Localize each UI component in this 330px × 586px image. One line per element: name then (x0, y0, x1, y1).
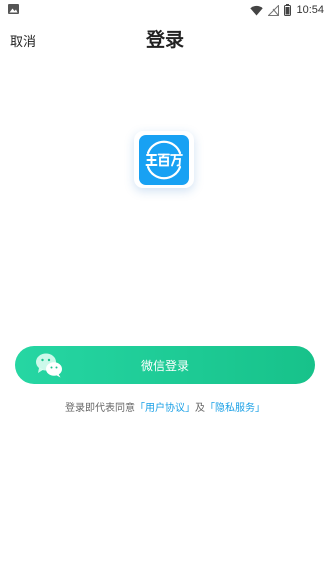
image-icon (8, 4, 19, 14)
agreement-prefix: 登录即代表同意 (65, 403, 135, 414)
user-agreement-link[interactable]: 「用户协议」 (135, 403, 195, 414)
page-title: 登录 (145, 29, 184, 51)
app-logo-mark (145, 140, 183, 180)
status-time: 10:54 (296, 4, 324, 16)
privacy-policy-link[interactable]: 「隐私服务」 (205, 403, 265, 414)
app-logo-tile (139, 135, 189, 185)
wifi-icon (250, 5, 264, 15)
status-right: 10:54 (250, 2, 324, 18)
agreement-conjunction: 及 (195, 403, 205, 414)
agreement-text: 登录即代表同意「用户协议」及「隐私服务」 (0, 399, 330, 414)
status-bar: 10:54 (0, 0, 330, 20)
wechat-login-button[interactable]: 微信登录 (15, 346, 315, 384)
wechat-login-label: 微信登录 (140, 359, 189, 373)
app-logo (134, 131, 194, 188)
no-signal-icon (268, 4, 280, 16)
battery-icon (284, 4, 292, 16)
